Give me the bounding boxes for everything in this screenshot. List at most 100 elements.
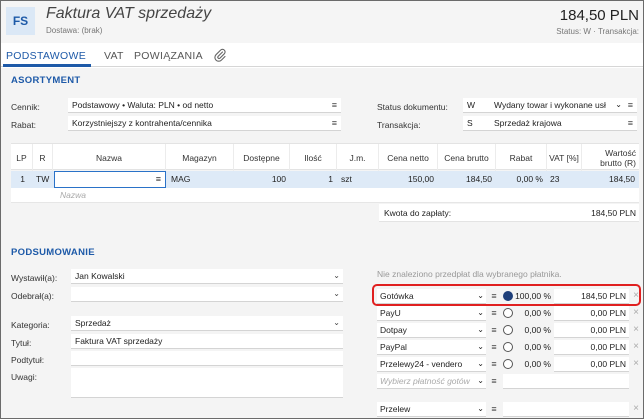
payment-amount[interactable]: 0,00 PLN bbox=[554, 306, 629, 321]
payment-method-select[interactable]: PayPal ⌄ bbox=[377, 340, 486, 355]
transfer-method-select[interactable]: Przelew ⌄ bbox=[377, 402, 486, 417]
discount-field[interactable]: Korzystniejszy z kontrahenta/cennika ≡ bbox=[68, 116, 341, 131]
payment-percent[interactable]: 0,00 % bbox=[515, 340, 551, 355]
chevron-down-icon[interactable]: ⌄ bbox=[477, 374, 484, 388]
cell-warehouse[interactable]: MAG bbox=[171, 171, 231, 188]
cell-available: 100 bbox=[271, 174, 286, 184]
hamburger-icon[interactable]: ≡ bbox=[488, 357, 500, 372]
payment-amount-empty[interactable] bbox=[503, 374, 629, 389]
category-field[interactable]: Sprzedaż ⌄ bbox=[71, 316, 343, 331]
chevron-down-icon[interactable]: ⌄ bbox=[333, 287, 340, 301]
cell-lp: 1 bbox=[20, 174, 25, 184]
payment-row: Przelewy24 - vendero ⌄ ≡ 0,00 % 0,00 PLN… bbox=[377, 357, 641, 372]
chevron-down-icon[interactable]: ⌄ bbox=[477, 306, 484, 320]
column-header-name[interactable]: Nazwa bbox=[53, 144, 166, 171]
payment-method-select[interactable]: PayU ⌄ bbox=[377, 306, 486, 321]
payment-radio[interactable] bbox=[503, 342, 513, 352]
column-header-net-price[interactable]: Cena netto bbox=[379, 144, 438, 171]
chevron-down-icon[interactable]: ⌄ bbox=[333, 269, 340, 283]
received-by-field[interactable]: ⌄ bbox=[71, 287, 343, 302]
close-icon[interactable]: × bbox=[631, 323, 641, 338]
new-payment-row: Wybierz płatność gotów ⌄ ≡ bbox=[377, 374, 641, 389]
cell-unit[interactable]: szt bbox=[341, 171, 377, 188]
discount-label: Rabat: bbox=[11, 120, 37, 130]
payment-method-select[interactable]: Wybierz płatność gotów ⌄ bbox=[377, 374, 486, 389]
cell-gross-price[interactable]: 184,50 bbox=[438, 171, 496, 188]
chevron-down-icon[interactable]: ⌄ bbox=[477, 323, 484, 337]
hamburger-icon[interactable]: ≡ bbox=[332, 116, 337, 130]
chevron-down-icon[interactable]: ⌄ bbox=[477, 340, 484, 354]
payment-amount[interactable]: 0,00 PLN bbox=[554, 340, 629, 355]
hamburger-icon[interactable]: ≡ bbox=[488, 306, 500, 321]
hamburger-icon[interactable]: ≡ bbox=[488, 323, 500, 338]
column-header-discount[interactable]: Rabat bbox=[496, 144, 547, 171]
column-header-quantity[interactable]: Ilość bbox=[290, 144, 337, 171]
payment-method-name: PayPal bbox=[380, 342, 407, 352]
payment-method-select[interactable]: Dotpay ⌄ bbox=[377, 323, 486, 338]
payment-row: PayU ⌄ ≡ 0,00 % 0,00 PLN × bbox=[377, 306, 641, 321]
hamburger-icon[interactable]: ≡ bbox=[156, 174, 161, 184]
total-row: Kwota do zapłaty: 184,50 PLN bbox=[379, 204, 639, 222]
close-icon[interactable]: × bbox=[631, 357, 641, 372]
title-field[interactable]: Faktura VAT sprzedaży bbox=[71, 334, 343, 349]
cell-discount[interactable]: 0,00 % bbox=[496, 171, 547, 188]
payment-percent[interactable]: 0,00 % bbox=[515, 357, 551, 372]
category-label: Kategoria: bbox=[11, 320, 50, 330]
transaction-field[interactable]: S Sprzedaż krajowa ≡ bbox=[463, 116, 637, 131]
column-header-available[interactable]: Dostępne bbox=[234, 144, 290, 171]
tab-podstawowe[interactable]: PODSTAWOWE bbox=[6, 50, 86, 62]
column-header-unit[interactable]: J.m. bbox=[337, 144, 379, 171]
column-header-gross-value[interactable]: Wartość brutto (R) bbox=[582, 144, 639, 171]
document-status-info: Status: W · Transakcja: bbox=[556, 27, 639, 36]
close-icon[interactable]: × bbox=[631, 340, 641, 355]
column-header-warehouse[interactable]: Magazyn bbox=[166, 144, 234, 171]
payment-radio[interactable] bbox=[503, 325, 513, 335]
hamburger-icon[interactable]: ≡ bbox=[488, 374, 500, 389]
hamburger-icon[interactable]: ≡ bbox=[628, 98, 633, 112]
subtitle-field[interactable] bbox=[71, 351, 343, 366]
transfer-amount[interactable] bbox=[503, 402, 629, 417]
notes-field[interactable] bbox=[71, 368, 343, 398]
document-status-field[interactable]: W Wydany towar i wykonane usł ⌄ ≡ bbox=[463, 98, 637, 113]
delivery-info: Dostawa: (brak) bbox=[46, 26, 103, 35]
hamburger-icon[interactable]: ≡ bbox=[332, 98, 337, 112]
paperclip-icon[interactable] bbox=[213, 48, 227, 62]
document-type-badge: FS bbox=[6, 7, 35, 35]
issued-by-field[interactable]: Jan Kowalski ⌄ bbox=[71, 269, 343, 284]
payment-radio[interactable] bbox=[503, 308, 513, 318]
hamburger-icon[interactable]: ≡ bbox=[628, 116, 633, 130]
chevron-down-icon[interactable]: ⌄ bbox=[477, 357, 484, 371]
chevron-down-icon[interactable]: ⌄ bbox=[333, 316, 340, 330]
payment-amount[interactable]: 0,00 PLN bbox=[554, 323, 629, 338]
section-title-assortment: ASORTYMENT bbox=[11, 75, 81, 86]
payment-radio[interactable] bbox=[503, 359, 513, 369]
column-header-r[interactable]: R bbox=[33, 144, 53, 171]
chevron-down-icon[interactable]: ⌄ bbox=[477, 402, 484, 416]
price-list-field[interactable]: Podstawowy • Waluta: PLN • od netto ≡ bbox=[68, 98, 341, 113]
new-item-row[interactable]: Nazwa bbox=[11, 188, 639, 203]
column-header-vat[interactable]: VAT [%] bbox=[547, 144, 582, 171]
cell-quantity[interactable]: 1 bbox=[290, 171, 337, 188]
cell-vat[interactable]: 23 bbox=[550, 171, 580, 188]
hamburger-icon[interactable]: ≡ bbox=[488, 402, 500, 417]
close-icon[interactable]: × bbox=[631, 306, 641, 321]
cell-net-price[interactable]: 150,00 bbox=[379, 171, 438, 188]
column-header-gross-price[interactable]: Cena brutto bbox=[438, 144, 496, 171]
close-icon[interactable]: × bbox=[631, 402, 641, 417]
hamburger-icon[interactable]: ≡ bbox=[488, 340, 500, 355]
chevron-down-icon[interactable]: ⌄ bbox=[615, 98, 622, 112]
payment-amount[interactable]: 0,00 PLN bbox=[554, 357, 629, 372]
transaction-value: Sprzedaż krajowa bbox=[494, 118, 562, 128]
new-item-name-placeholder[interactable]: Nazwa bbox=[60, 190, 86, 200]
document-status-code: W bbox=[467, 100, 476, 110]
column-header-lp[interactable]: LP bbox=[11, 144, 33, 171]
payment-row: Dotpay ⌄ ≡ 0,00 % 0,00 PLN × bbox=[377, 323, 641, 338]
payment-method-name: Przelewy24 - vendero bbox=[380, 359, 463, 369]
payment-percent[interactable]: 0,00 % bbox=[515, 306, 551, 321]
payment-percent[interactable]: 0,00 % bbox=[515, 323, 551, 338]
tab-powiazania[interactable]: POWIĄZANIA bbox=[134, 50, 203, 62]
item-name-input[interactable]: ≡ bbox=[54, 171, 166, 188]
payment-method-select[interactable]: Przelewy24 - vendero ⌄ bbox=[377, 357, 486, 372]
table-header: LP R Nazwa Magazyn Dostępne Ilość J.m. C… bbox=[11, 143, 639, 171]
tab-vat[interactable]: VAT bbox=[104, 50, 124, 62]
